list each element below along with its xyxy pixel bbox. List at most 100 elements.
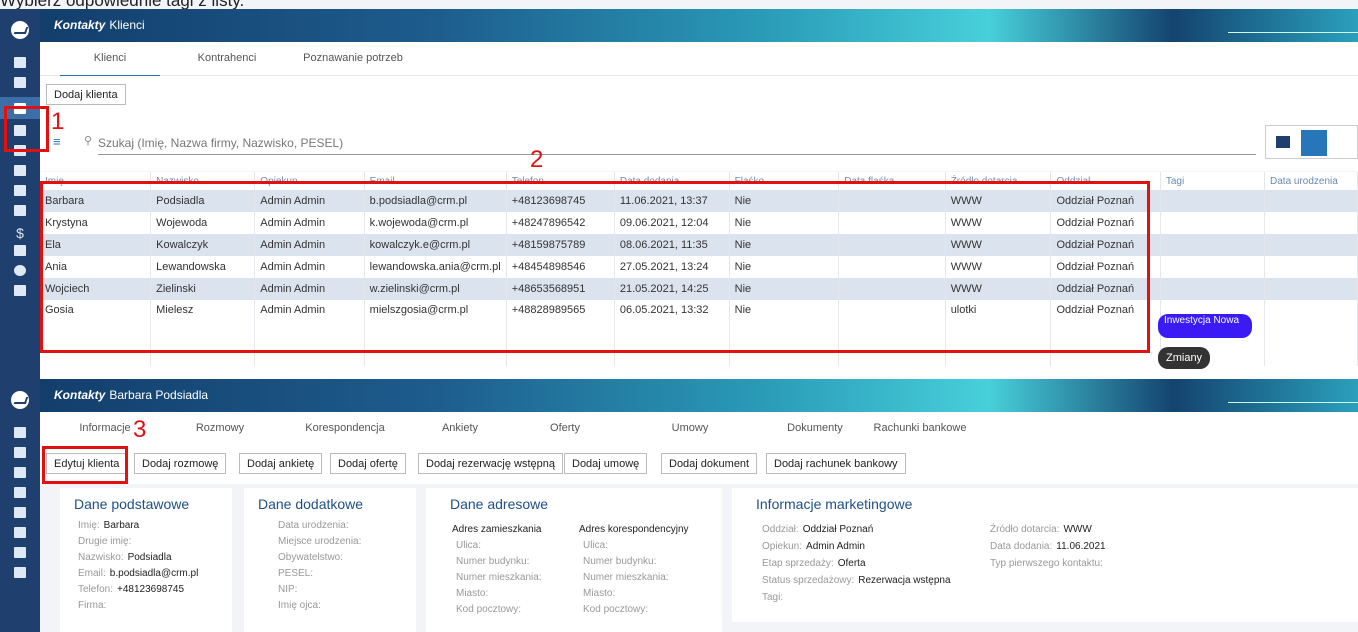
add-offer-button[interactable]: Dodaj ofertę: [330, 453, 406, 474]
field-label: Firma:: [78, 600, 107, 611]
app-logo-icon: [11, 391, 29, 409]
tab-rachunki-bankowe[interactable]: Rachunki bankowe: [870, 412, 970, 445]
field-row: Nazwisko: Podsiadla: [78, 550, 232, 566]
mailing-address-header: Adres korespondencyjny: [579, 524, 689, 535]
field-label: Imię:: [78, 520, 100, 531]
field-label: Numer budynku:: [583, 556, 657, 567]
field-row: Status sprzedażowy: Rezerwacja wstępna: [762, 573, 951, 590]
field-row: Typ pierwszego kontaktu:: [990, 556, 1107, 573]
add-document-button[interactable]: Dodaj dokument: [661, 453, 758, 474]
add-bank-account-button[interactable]: Dodaj rachunek bankowy: [766, 453, 906, 474]
field-label: Ulica:: [583, 540, 609, 551]
tab-rozmowy[interactable]: Rozmowy: [180, 412, 260, 445]
dashboard-icon[interactable]: [14, 427, 26, 438]
panel-basic-data: Dane podstawowe Imię: Barbara Drugie imię:…: [60, 488, 232, 632]
tab-ankiety[interactable]: Ankiety: [420, 412, 500, 445]
tab-korespondencja[interactable]: Korespondencja: [290, 412, 400, 445]
search-icon: ⚲: [84, 135, 93, 147]
field-value: Podsiadla: [127, 552, 172, 563]
tab-oferty[interactable]: Oferty: [530, 412, 600, 445]
field-value: Rezerwacja wstępna: [858, 575, 951, 586]
field-value: Oferta: [837, 558, 866, 569]
table-cell: [1264, 212, 1358, 234]
briefcase-icon[interactable]: [14, 165, 26, 176]
field-row: Opiekun: Admin Admin: [762, 539, 951, 556]
filter-icon[interactable]: ≡: [53, 134, 65, 149]
table-cell: [1264, 190, 1358, 212]
tag-zmiany[interactable]: Zmiany: [1158, 347, 1211, 369]
detail-header-banner: Kontakty Barbara Podsiadla: [40, 379, 1358, 412]
client-name-title: Barbara Podsiadla: [109, 388, 209, 402]
tab-klienci[interactable]: Klienci: [60, 42, 160, 77]
compact-view-button[interactable]: [1301, 130, 1327, 156]
field-value: b.podsiadla@crm.pl: [109, 568, 199, 579]
add-survey-button[interactable]: Dodaj ankietę: [239, 453, 323, 474]
calendar-icon[interactable]: [14, 77, 26, 88]
tag-inwestycja-nowa[interactable]: Inwestycja Nowa: [1158, 314, 1252, 338]
field-label: Kod pocztowy:: [583, 604, 649, 615]
add-reservation-button[interactable]: Dodaj rezerwację wstępną: [418, 453, 564, 474]
panel-title: Dane podstawowe: [74, 496, 190, 512]
field-label: Etap sprzedaży:: [762, 558, 834, 569]
field-label: Data dodania:: [990, 541, 1053, 552]
store-icon[interactable]: [14, 507, 26, 518]
field-row: Telefon: +48123698745: [78, 582, 232, 598]
table-cell: [1264, 256, 1358, 278]
top-tabs: Klienci Kontrahenci Poznawanie potrzeb: [40, 42, 1358, 77]
field-label: Nazwisko:: [78, 552, 124, 563]
field-label: Telefon:: [78, 584, 114, 595]
column-header[interactable]: Data urodzenia: [1264, 172, 1358, 190]
annotation-number-3: 3: [133, 416, 147, 443]
field-label: Imię ojca:: [278, 600, 321, 611]
dashboard-icon[interactable]: [14, 57, 26, 68]
module-label: Kontakty: [54, 18, 106, 32]
table-cell: [1264, 234, 1358, 256]
tab-poznawanie-potrzeb[interactable]: Poznawanie potrzeb: [288, 42, 418, 75]
tab-dokumenty[interactable]: Dokumenty: [775, 412, 855, 445]
field-label: Data urodzenia:: [278, 520, 349, 531]
contacts-icon[interactable]: [14, 467, 26, 478]
pie-chart-icon[interactable]: [14, 265, 26, 276]
field-label: Kod pocztowy:: [456, 604, 522, 615]
building-icon[interactable]: [14, 487, 26, 498]
table-cell: [1264, 300, 1358, 344]
annotation-number-2: 2: [530, 146, 544, 173]
annotation-number-1: 1: [51, 108, 65, 135]
dollar-icon[interactable]: $: [0, 225, 40, 241]
tab-kontrahenci[interactable]: Kontrahenci: [172, 42, 282, 75]
page-title: Klienci: [109, 18, 145, 32]
folder-icon[interactable]: [14, 547, 26, 558]
column-header[interactable]: Tagi: [1160, 172, 1266, 190]
tab-umowy[interactable]: Umowy: [655, 412, 725, 445]
add-client-button[interactable]: Dodaj klienta: [46, 84, 126, 105]
panel-address-data: Dane adresowe Adres zamieszkania Ulica: N…: [426, 488, 722, 632]
calendar-icon[interactable]: [14, 447, 26, 458]
panel-title: Informacje marketingowe: [756, 496, 913, 512]
field-label: Miasto:: [456, 588, 489, 599]
field-value: WWW: [1063, 524, 1092, 535]
field-label: Tagi:: [762, 592, 784, 603]
search-input[interactable]: Szukaj (Imię, Nazwa firmy, Nazwisko, PES…: [98, 136, 1256, 155]
add-contract-button[interactable]: Dodaj umowę: [564, 453, 648, 474]
panel-title: Dane adresowe: [450, 496, 549, 512]
list-view-icon[interactable]: [1276, 136, 1290, 148]
field-label: Numer mieszkania:: [456, 572, 542, 583]
panel-marketing-info: Informacje marketingowe Oddział: Oddział …: [732, 488, 1358, 622]
document-icon[interactable]: [14, 245, 26, 256]
folder-icon[interactable]: [14, 185, 26, 196]
field-label: Numer budynku:: [456, 556, 530, 567]
panel-extra-data: Dane dodatkowe Data urodzenia: Miejsce ur…: [244, 488, 416, 632]
monitor-icon[interactable]: [14, 205, 26, 216]
instruction-caption: Wybierz odpowiednie tagi z listy.: [0, 0, 245, 10]
annotation-box-3: [42, 446, 128, 484]
field-value: Admin Admin: [806, 541, 865, 552]
field-value: +48123698745: [117, 584, 185, 595]
monitor-icon[interactable]: [14, 567, 26, 578]
field-value: Oddział Poznań: [802, 524, 874, 535]
field-label: Opiekun:: [762, 541, 803, 552]
add-conversation-button[interactable]: Dodaj rozmowę: [134, 453, 227, 474]
bar-chart-icon[interactable]: [14, 285, 26, 296]
table-cell: [1264, 278, 1358, 300]
briefcase-icon[interactable]: [14, 527, 26, 538]
sidebar-top: $: [0, 9, 40, 379]
